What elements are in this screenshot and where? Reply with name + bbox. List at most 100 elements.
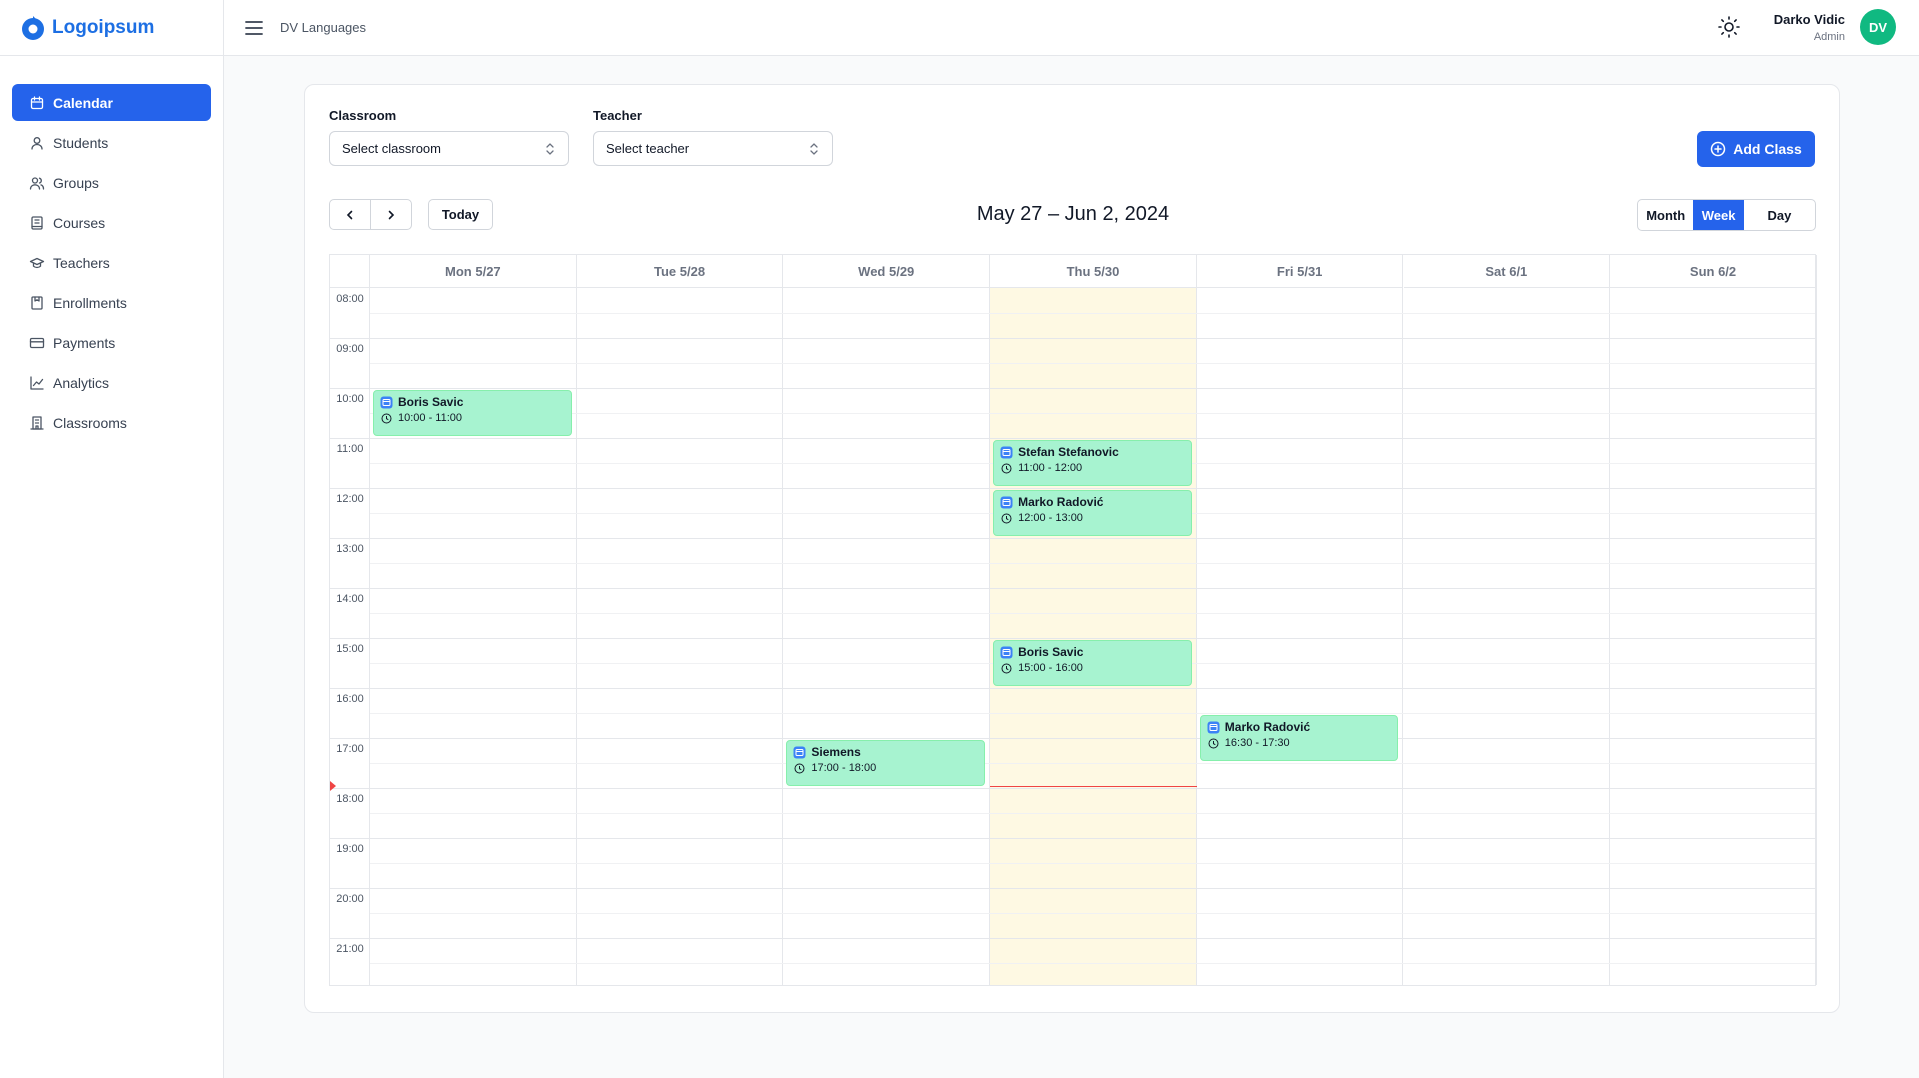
chevron-right-icon <box>385 209 397 221</box>
sidebar-item-label: Students <box>53 134 109 151</box>
time-label: 12:00 <box>336 493 364 505</box>
view-week-button[interactable]: Week <box>1693 200 1744 230</box>
half-hour-line <box>370 313 1815 314</box>
time-label: 11:00 <box>336 443 364 455</box>
event-title: Boris Savic <box>1018 645 1084 659</box>
sidebar-item-label: Courses <box>53 214 106 231</box>
clock-icon <box>794 763 805 774</box>
event-time-row: 10:00 - 11:00 <box>380 410 565 426</box>
brand[interactable]: Logoipsum <box>0 0 223 56</box>
day-column[interactable] <box>1404 288 1611 985</box>
day-header: Tue 5/28 <box>576 255 784 288</box>
event-title-row: Siemens <box>793 744 978 760</box>
half-hour-line <box>370 863 1815 864</box>
event-title-row: Boris Savic <box>1000 644 1185 660</box>
sidebar-item-students[interactable]: Students <box>12 124 211 161</box>
week-grid: Mon 5/27 Tue 5/28 Wed 5/29 Thu 5/30 Fri 5/31… <box>329 254 1817 986</box>
time-label: 08:00 <box>336 293 364 305</box>
calendar-event[interactable]: Boris Savic 15:00 - 16:00 <box>993 640 1192 686</box>
time-gutter <box>330 255 370 985</box>
day-column[interactable] <box>577 288 784 985</box>
hamburger-menu-icon[interactable] <box>242 16 266 40</box>
half-hour-line <box>370 613 1815 614</box>
sidebar-item-label: Groups <box>53 174 99 191</box>
event-time-row: 11:00 - 12:00 <box>1000 460 1185 476</box>
credit-card-icon <box>29 335 45 351</box>
hour-line <box>330 588 1815 589</box>
calendar-event[interactable]: Stefan Stefanovic 11:00 - 12:00 <box>993 440 1192 486</box>
sidebar-item-payments[interactable]: Payments <box>12 324 211 361</box>
graduation-cap-icon <box>29 255 45 271</box>
calendar-event[interactable]: Boris Savic 10:00 - 11:00 <box>373 390 572 436</box>
clock-icon <box>1001 513 1012 524</box>
sidebar-item-analytics[interactable]: Analytics <box>12 364 211 401</box>
day-header: Fri 5/31 <box>1196 255 1404 288</box>
add-class-label: Add Class <box>1733 141 1802 157</box>
chevron-up-down-icon <box>544 142 556 159</box>
hour-line <box>330 688 1815 689</box>
clock-icon <box>381 413 392 424</box>
sidebar-item-classrooms[interactable]: Classrooms <box>12 404 211 441</box>
building-icon <box>29 415 45 431</box>
day-column[interactable] <box>783 288 991 985</box>
event-time-row: 15:00 - 16:00 <box>1000 660 1185 676</box>
classroom-select[interactable]: Select classroom <box>329 131 569 166</box>
day-column[interactable] <box>1197 288 1404 985</box>
calendar-event[interactable]: Siemens 17:00 - 18:00 <box>786 740 986 786</box>
next-week-button[interactable] <box>371 200 411 229</box>
sidebar-item-courses[interactable]: Courses <box>12 204 211 241</box>
hour-line <box>330 438 1815 439</box>
week-navigation <box>329 199 412 230</box>
event-time: 12:00 - 13:00 <box>1018 512 1083 524</box>
clock-icon <box>1208 738 1219 749</box>
hour-line <box>330 838 1815 839</box>
event-time: 10:00 - 11:00 <box>398 412 463 424</box>
time-label: 16:00 <box>336 693 364 705</box>
sidebar-item-groups[interactable]: Groups <box>12 164 211 201</box>
event-time: 11:00 - 12:00 <box>1018 462 1083 474</box>
clock-icon <box>1001 463 1012 474</box>
event-title: Marko Radović <box>1224 720 1311 734</box>
time-label: 09:00 <box>336 343 364 355</box>
users-icon <box>29 175 45 191</box>
previous-week-button[interactable] <box>330 200 371 229</box>
add-class-button[interactable]: Add Class <box>1697 131 1815 167</box>
calendar-card: Classroom Select classroom Teacher Selec… <box>304 84 1840 1013</box>
hour-line <box>330 738 1815 739</box>
avatar[interactable]: DV <box>1860 9 1896 45</box>
sidebar-item-label: Calendar <box>53 94 113 111</box>
teacher-label: Teacher <box>593 108 642 123</box>
sun-icon[interactable] <box>1717 15 1741 39</box>
half-hour-line <box>370 413 1815 414</box>
view-switcher: Month Week Day <box>1637 199 1816 231</box>
view-day-button[interactable]: Day <box>1744 200 1815 230</box>
day-header: Mon 5/27 <box>370 255 577 288</box>
sidebar-item-teachers[interactable]: Teachers <box>12 244 211 281</box>
sidebar-item-label: Enrollments <box>53 294 127 311</box>
event-title: Boris Savic <box>398 395 464 409</box>
calendar-event[interactable]: Marko Radović 16:30 - 17:30 <box>1199 715 1399 761</box>
view-month-button[interactable]: Month <box>1638 200 1693 230</box>
half-hour-line <box>370 913 1815 914</box>
sidebar-item-label: Teachers <box>53 254 110 271</box>
today-button[interactable]: Today <box>428 199 493 230</box>
sidebar-item-label: Classrooms <box>53 414 127 431</box>
teacher-select[interactable]: Select teacher <box>593 131 833 166</box>
time-label: 13:00 <box>336 543 364 555</box>
clipboard-icon <box>29 295 45 311</box>
calendar-event[interactable]: Marko Radović 12:00 - 13:00 <box>993 490 1192 536</box>
current-time-marker <box>330 780 336 791</box>
sidebar-item-calendar[interactable]: Calendar <box>12 84 211 121</box>
sidebar-nav: Calendar Students Groups Courses Teachers Enr… <box>0 56 223 441</box>
time-label: 14:00 <box>336 593 364 605</box>
gutter-header <box>330 255 370 288</box>
day-column[interactable] <box>1610 288 1817 985</box>
hour-line <box>330 788 1815 789</box>
sidebar-item-enrollments[interactable]: Enrollments <box>12 284 211 321</box>
sidebar-item-label: Payments <box>53 334 116 351</box>
clock-icon <box>1001 663 1012 674</box>
event-time: 16:30 - 17:30 <box>1224 737 1290 749</box>
event-title-row: Marko Radović <box>1207 719 1392 735</box>
day-column[interactable] <box>990 288 1197 985</box>
hour-line <box>330 638 1815 639</box>
